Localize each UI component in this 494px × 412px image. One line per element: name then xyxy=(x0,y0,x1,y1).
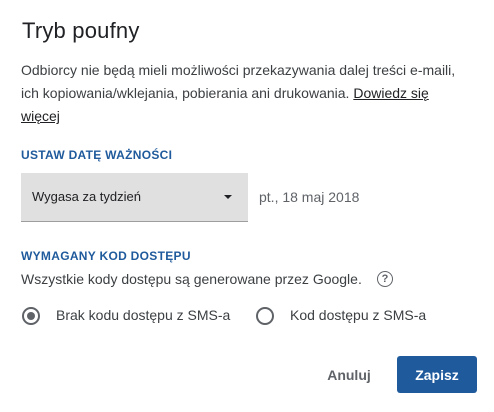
expiry-selected-value: Wygasa za tydzień xyxy=(32,189,141,204)
radio-sms-passcode[interactable]: Kod dostępu z SMS-a xyxy=(256,305,446,325)
radio-unchecked-icon xyxy=(256,307,274,325)
dropdown-arrow-icon xyxy=(224,195,232,199)
save-button[interactable]: Zapisz xyxy=(397,356,477,393)
radio-checked-icon xyxy=(22,307,40,325)
help-icon[interactable]: ? xyxy=(377,271,393,287)
radio-no-sms-passcode[interactable]: Brak kodu dostępu z SMS-a xyxy=(22,305,252,325)
passcode-description: Wszystkie kody dostępu są generowane prz… xyxy=(21,271,362,287)
passcode-section-label: WYMAGANY KOD DOSTĘPU xyxy=(21,249,191,263)
expiry-date: pt., 18 maj 2018 xyxy=(259,189,360,205)
dialog-description: Odbiorcy nie będą mieli możliwości przek… xyxy=(21,59,461,128)
confidential-mode-dialog: Tryb poufny Odbiorcy nie będą mieli możl… xyxy=(0,0,494,412)
cancel-button[interactable]: Anuluj xyxy=(312,357,386,393)
radio-label-sms: Kod dostępu z SMS-a xyxy=(290,307,427,323)
expiry-select[interactable]: Wygasa za tydzień xyxy=(21,173,248,222)
dialog-title: Tryb poufny xyxy=(22,18,140,43)
expiry-section-label: USTAW DATĘ WAŻNOŚCI xyxy=(21,148,173,162)
radio-label-no-sms: Brak kodu dostępu z SMS-a xyxy=(56,307,231,323)
